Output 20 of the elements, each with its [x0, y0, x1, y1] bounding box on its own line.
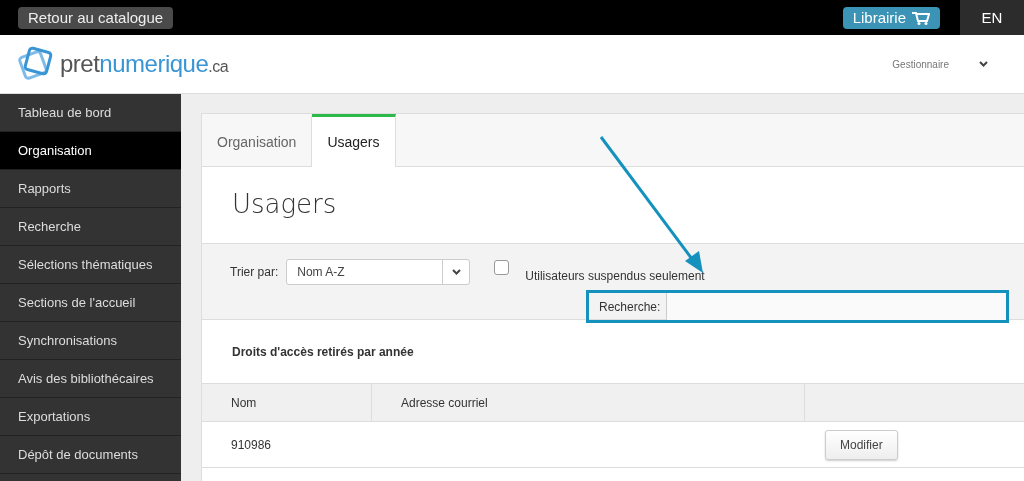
- language-switch[interactable]: EN: [960, 0, 1024, 35]
- column-header: Adresse courriel: [372, 384, 805, 421]
- chevron-down-icon: [979, 61, 988, 67]
- section-title: Droits d'accès retirés par année: [231, 343, 415, 361]
- user-menu[interactable]: Gestionnaire: [886, 57, 994, 71]
- search-field[interactable]: Recherche:: [586, 290, 1009, 323]
- page-title: Usagers: [232, 188, 337, 221]
- modify-button[interactable]: Modifier: [825, 429, 898, 460]
- back-to-catalog-button[interactable]: Retour au catalogue: [18, 6, 174, 29]
- sort-label: Trier par:: [230, 265, 279, 279]
- suspended-label: Utilisateurs suspendus seulement: [525, 269, 705, 283]
- column-header: Nom: [202, 384, 372, 421]
- table-cell: 910986: [231, 437, 272, 452]
- sort-select[interactable]: Nom A-Z: [286, 259, 471, 285]
- chevron-down-icon: [451, 269, 461, 275]
- suspended-checkbox[interactable]: [494, 260, 510, 275]
- logo-text: pretnumerique.ca: [60, 50, 229, 78]
- tab[interactable]: Usagers: [312, 114, 396, 167]
- cart-icon: [912, 10, 930, 25]
- sidebar-item[interactable]: Organisation: [0, 132, 181, 170]
